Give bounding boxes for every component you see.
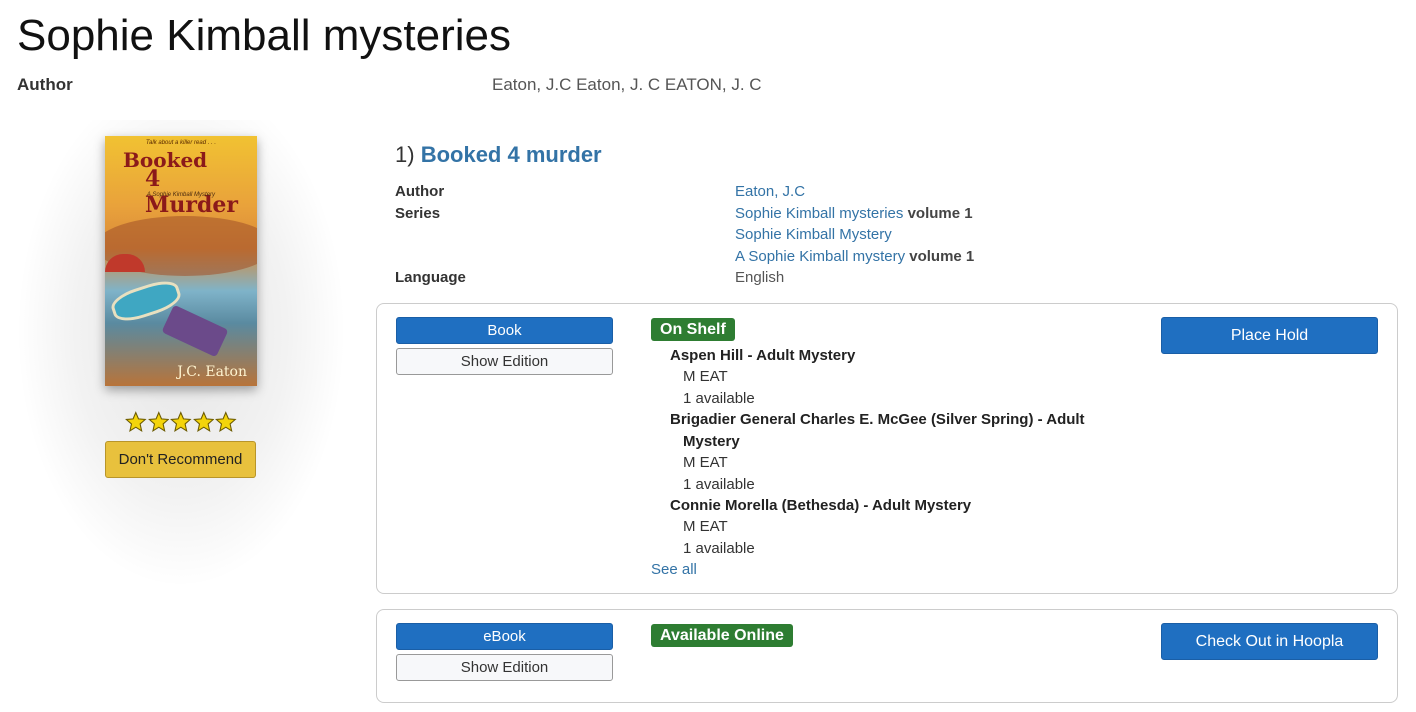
cover-subtitle: A Sophie Kimball Mystery [146, 192, 216, 198]
series-author-label: Author [17, 75, 73, 94]
series-link[interactable]: Sophie Kimball Mystery [735, 226, 892, 243]
series-volume: volume 1 [909, 248, 975, 265]
show-edition-button[interactable]: Show Edition [396, 654, 613, 681]
location-name: Connie Morella (Bethesda) - Adult Myster… [670, 497, 972, 514]
author-label: Author [395, 183, 445, 200]
call-number: M EAT [683, 518, 728, 535]
location-name-continued: Mystery [683, 433, 740, 450]
format-button-book[interactable]: Book [396, 317, 613, 344]
star-icon[interactable] [192, 411, 215, 433]
series-volume: volume 1 [907, 205, 973, 222]
series-link[interactable]: A Sophie Kimball mystery [735, 248, 905, 265]
title-link[interactable]: Booked 4 murder [421, 142, 602, 167]
author-link[interactable]: Eaton, J.C [735, 183, 805, 200]
language-label: Language [395, 269, 466, 286]
series-label: Series [395, 205, 441, 222]
result-number: 1) [395, 142, 415, 167]
star-icon[interactable] [215, 411, 237, 433]
series-row-3: A Sophie Kimball mystery volume 1 [735, 248, 974, 265]
availability: 1 available [683, 390, 755, 407]
call-number: M EAT [683, 454, 728, 471]
cover-tagline: Talk about a killer read . . . [145, 140, 217, 146]
star-icon[interactable] [170, 411, 192, 433]
series-authors: Eaton, J.C Eaton, J. C EATON, J. C [492, 75, 762, 94]
location-name: Brigadier General Charles E. McGee (Silv… [670, 411, 1085, 428]
format-panel-ebook: eBook Show Edition Available Online Chec… [376, 609, 1398, 703]
series-row-1: Sophie Kimball mysteries volume 1 [735, 205, 973, 222]
location-name: Aspen Hill - Adult Mystery [670, 347, 856, 364]
availability: 1 available [683, 540, 755, 557]
series-row-2: Sophie Kimball Mystery [735, 226, 892, 243]
checkout-hoopla-button[interactable]: Check Out in Hoopla [1161, 623, 1378, 660]
call-number: M EAT [683, 368, 728, 385]
result-title: 1) Booked 4 murder [395, 142, 602, 168]
status-badge: Available Online [651, 624, 793, 647]
cover-author: J.C. Eaton [177, 364, 247, 380]
format-panel-book: Book Show Edition On Shelf Place Hold As… [376, 303, 1398, 594]
book-cover-image[interactable]: Talk about a killer read . . . Booked 4 … [105, 136, 257, 386]
cover-chair [161, 304, 229, 358]
author-value-row: Eaton, J.C [735, 183, 805, 200]
star-rating[interactable] [125, 411, 237, 435]
availability: 1 available [683, 476, 755, 493]
place-hold-button[interactable]: Place Hold [1161, 317, 1378, 354]
see-all-link[interactable]: See all [651, 561, 697, 578]
status-badge: On Shelf [651, 318, 735, 341]
page-title: Sophie Kimball mysteries [17, 11, 511, 60]
star-icon[interactable] [125, 411, 147, 433]
star-icon[interactable] [147, 411, 170, 433]
show-edition-button[interactable]: Show Edition [396, 348, 613, 375]
dont-recommend-button[interactable]: Don't Recommend [105, 441, 256, 478]
format-button-ebook[interactable]: eBook [396, 623, 613, 650]
language-value: English [735, 269, 785, 286]
series-link[interactable]: Sophie Kimball mysteries [735, 205, 903, 222]
